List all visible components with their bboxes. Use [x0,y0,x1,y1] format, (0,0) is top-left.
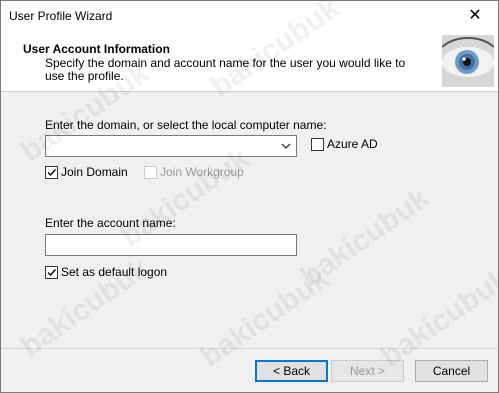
window-title: User Profile Wizard [9,9,113,23]
domain-label: Enter the domain, or select the local co… [45,118,327,132]
chevron-down-icon[interactable] [280,140,292,152]
checkmark-icon [47,169,57,177]
back-button[interactable]: < Back [255,360,328,382]
azure-ad-label: Azure AD [327,137,378,151]
cancel-button[interactable]: Cancel [415,360,488,382]
title-bar: User Profile Wizard ✕ [1,1,498,31]
eye-icon [442,35,494,87]
watermark-text: bakicubuk [374,261,499,374]
default-logon-checkbox[interactable] [45,266,58,279]
account-name-input[interactable] [45,234,297,256]
checkmark-icon [47,269,57,277]
join-workgroup-checkbox[interactable] [144,166,157,179]
wizard-window: User Profile Wizard ✕ User Account Infor… [0,0,499,393]
domain-combobox[interactable] [45,135,297,157]
join-domain-checkbox[interactable] [45,166,58,179]
footer-divider [1,348,498,349]
default-logon-label: Set as default logon [61,265,168,279]
wizard-header: User Account Information Specify the dom… [1,31,498,92]
close-icon[interactable]: ✕ [452,1,498,31]
watermark-text: bakicubuk [294,181,436,294]
header-subtitle: Specify the domain and account name for … [45,56,406,83]
account-label: Enter the account name: [45,216,176,230]
next-button[interactable]: Next > [331,360,404,382]
watermark-text: bakicubuk [194,261,336,374]
azure-ad-checkbox[interactable] [311,138,324,151]
join-domain-label: Join Domain [61,165,128,179]
join-workgroup-label: Join Workgroup [160,165,244,179]
header-title: User Account Information [23,42,170,56]
